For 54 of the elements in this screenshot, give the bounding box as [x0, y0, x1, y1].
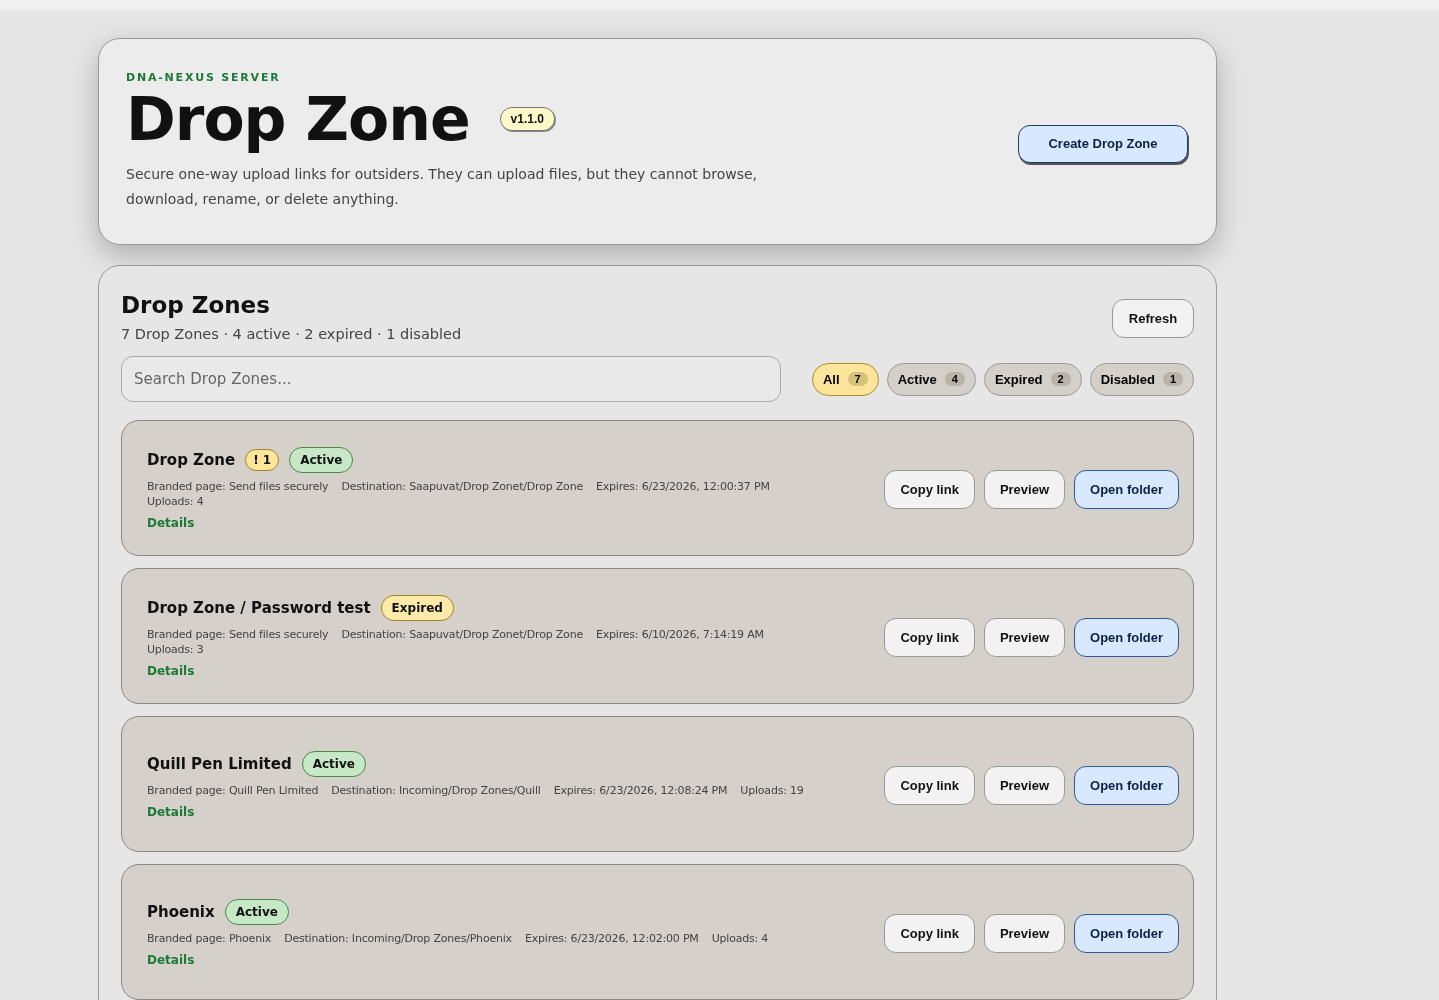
action-button[interactable]: Preview: [983, 913, 1066, 953]
details-link[interactable]: Details: [147, 516, 195, 530]
meta-text: Expires: 6/23/2026, 12:00:37 PM: [595, 480, 770, 493]
action-button[interactable]: Open folder: [1074, 913, 1179, 953]
meta-text: Uploads: 4: [711, 931, 769, 945]
meta-text: Branded page: Phoenix: [147, 931, 272, 945]
details-link[interactable]: Details: [147, 804, 195, 819]
version-badge: v1.1.0: [499, 107, 555, 131]
refresh-button[interactable]: Refresh: [1112, 299, 1194, 338]
filter-chip[interactable]: Disabled 1: [1089, 362, 1194, 396]
meta-text: Branded page: Send files securely: [147, 480, 329, 493]
details-link[interactable]: Details: [147, 952, 195, 967]
summary-text: 7 Drop Zones · 4 active · 2 expired · 1 disabled: [121, 326, 462, 342]
status-badge: Active: [224, 898, 289, 925]
meta-text: Destination: Incoming/Drop Zones/Phoenix: [284, 931, 512, 945]
details-link[interactable]: Details: [147, 664, 195, 678]
zone-name: Quill Pen Limited: [147, 754, 292, 773]
zone-name: Phoenix: [147, 902, 215, 921]
section-title: Drop Zones: [121, 291, 271, 320]
action-button[interactable]: Open folder: [1074, 765, 1179, 805]
page-description: Secure one-way upload links for outsiders. They can upload files, but they cannot browse, download, rename, or delete anything.: [126, 165, 758, 209]
filter-chip[interactable]: All 7: [811, 362, 879, 396]
zone-name: Drop Zone / Password test: [147, 599, 371, 617]
action-button[interactable]: Preview: [983, 765, 1066, 805]
meta-text: Destination: Saapuvat/Drop Zonet/Drop Zone: [341, 480, 583, 493]
meta-text: Uploads: 4: [147, 495, 204, 508]
warning-badge: ! 1: [245, 449, 280, 471]
eyebrow-label: DNA-NEXUS SERVER: [126, 71, 282, 84]
status-badge: Active: [301, 750, 366, 777]
filter-chip[interactable]: Active 4: [886, 362, 976, 396]
action-button[interactable]: Copy link: [884, 617, 975, 657]
action-button[interactable]: Open folder: [1074, 469, 1179, 509]
meta-text: Branded page: Quill Pen Limited: [147, 783, 319, 797]
action-button[interactable]: Preview: [983, 617, 1066, 657]
meta-text: Branded page: Send files securely: [147, 628, 329, 641]
meta-text: Destination: Incoming/Drop Zones/Quill: [331, 783, 541, 797]
meta-text: Uploads: 3: [147, 643, 204, 656]
meta-text: Expires: 6/23/2026, 12:08:24 PM: [553, 783, 728, 797]
meta-text: Uploads: 19: [740, 783, 804, 797]
meta-text: Expires: 6/23/2026, 12:02:00 PM: [524, 931, 699, 945]
search-field[interactable]: Search Drop Zones...: [121, 356, 781, 402]
status-badge: Expired: [380, 595, 454, 621]
action-button[interactable]: Open folder: [1074, 617, 1179, 657]
meta-text: Expires: 6/10/2026, 7:14:19 AM: [595, 628, 764, 641]
meta-text: Destination: Saapuvat/Drop Zonet/Drop Zone: [341, 628, 583, 641]
action-button[interactable]: Copy link: [884, 765, 975, 805]
action-button[interactable]: Copy link: [884, 469, 975, 509]
zone-name: Drop Zone: [147, 451, 236, 469]
action-button[interactable]: Copy link: [884, 913, 975, 953]
status-badge: Active: [289, 447, 354, 473]
filter-chip[interactable]: Expired 2: [983, 362, 1082, 396]
action-button[interactable]: Preview: [983, 469, 1066, 509]
page-title: Drop Zone: [126, 86, 470, 152]
create-drop-zone-button[interactable]: Create Drop Zone: [1018, 124, 1188, 163]
